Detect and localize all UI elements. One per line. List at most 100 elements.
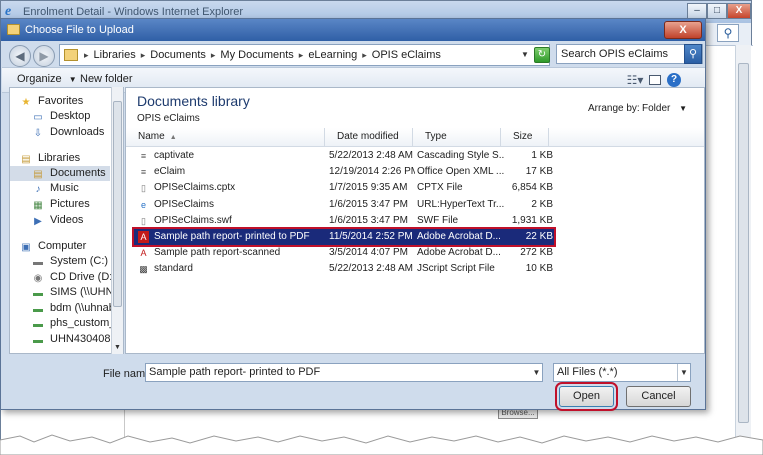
breadcrumb-item[interactable]: OPIS eClaims (372, 49, 441, 61)
cancel-button[interactable]: Cancel (626, 386, 691, 407)
breadcrumb-separator-icon[interactable]: ▸ (362, 50, 367, 61)
help-icon[interactable]: ? (667, 73, 681, 87)
nav-item[interactable]: ★ Favorites (10, 94, 110, 109)
nav-item[interactable]: ▬SIMS (\\UHNSFS0 (10, 285, 123, 300)
views-icon[interactable]: ☷▾ (624, 72, 646, 88)
dialog-close-button[interactable]: X (664, 21, 702, 39)
file-type: JScript Script File (417, 263, 495, 275)
search-input[interactable]: Search OPIS eClaims (556, 44, 703, 64)
dialog-folder-icon (7, 24, 20, 35)
ie-window-title: Enrolment Detail - Windows Internet Expl… (23, 6, 244, 18)
open-button[interactable]: Open (555, 382, 618, 411)
nav-item-label: Desktop (50, 110, 91, 122)
breadcrumb-separator-icon[interactable]: ▸ (299, 50, 304, 61)
nav-item[interactable]: ⇩ Downloads (10, 125, 110, 140)
xml-file-icon: ≡ (140, 167, 147, 178)
nav-item[interactable]: ▤ Documents (10, 166, 110, 181)
folder-icon (64, 49, 78, 61)
arrange-by-dropdown[interactable]: Folder ▼ (642, 103, 687, 114)
dialog-title: Choose File to Upload (25, 24, 134, 36)
breadcrumb-item[interactable]: My Documents (220, 49, 293, 61)
pdf-file-icon: A (138, 231, 149, 243)
nav-item[interactable]: ▤ Libraries (10, 151, 110, 166)
nav-item[interactable]: ▬ UHN430408 (\\ul (10, 332, 123, 347)
nav-item[interactable]: ▦ Pictures (10, 197, 110, 212)
file-name-input[interactable]: Sample path report- printed to PDF (145, 363, 543, 382)
nav-item[interactable]: ▶ Videos (10, 213, 110, 228)
breadcrumb-separator-icon[interactable]: ▸ (211, 50, 216, 61)
file-date: 12/19/2014 2:26 PM (329, 166, 415, 178)
file-type: Adobe Acrobat D... (417, 247, 501, 259)
breadcrumb-separator-icon[interactable]: ▸ (141, 50, 146, 61)
preview-pane-icon[interactable] (649, 75, 661, 85)
organize-button[interactable]: Organize ▼ (17, 73, 77, 85)
file-row[interactable]: A Sample path report-scanned 3/5/2014 4:07… (134, 245, 554, 261)
nav-item-label: Videos (50, 214, 84, 226)
library-subtitle: OPIS eClaims (137, 113, 200, 124)
nav-item[interactable]: ▭ Desktop (10, 109, 110, 124)
torn-edge-shape (0, 434, 763, 455)
breadcrumb-item[interactable]: Libraries (94, 49, 136, 61)
refresh-icon[interactable]: ↻ (534, 47, 550, 63)
downloads-icon: ⇩ (33, 128, 43, 139)
ie-maximize-button[interactable]: □ (707, 3, 727, 19)
file-row[interactable]: ▩ standard 5/22/2013 2:48 AM JScript Script… (134, 261, 554, 277)
breadcrumb-separator-icon[interactable]: ▸ (84, 50, 89, 61)
ie-scrollbar[interactable] (735, 45, 751, 451)
column-header[interactable]: Type (413, 128, 501, 146)
chevron-down-icon[interactable]: ▼ (677, 364, 690, 381)
ie-minimize-button[interactable]: – (687, 3, 707, 19)
chevron-down-icon[interactable]: ▼ (519, 49, 531, 61)
file-type-select[interactable]: All Files (*.*) (553, 363, 691, 382)
ie-close-button[interactable]: X (727, 3, 751, 19)
search-icon[interactable]: ⚲ (684, 44, 702, 64)
nav-item[interactable]: ▬phs_custom_repo (10, 316, 123, 331)
column-header[interactable]: Size (501, 128, 549, 146)
file-date: 1/6/2015 3:47 PM (329, 214, 408, 226)
column-header[interactable]: Name ▲ (126, 128, 325, 146)
back-button[interactable]: ◀ (9, 45, 31, 67)
music-icon: ♪ (35, 184, 41, 195)
css-file-icon: ≡ (140, 151, 147, 161)
nav-item[interactable]: ▣ Computer (10, 239, 110, 254)
library-title: Documents library (137, 93, 250, 109)
forward-button[interactable]: ▶ (33, 45, 55, 67)
nav-item[interactable]: ◉ CD Drive (D:) (10, 270, 116, 285)
documents-icon: ▤ (33, 169, 43, 180)
file-row[interactable]: ▯ OPISeClaims.cptx 1/7/2015 9:35 AM CPTX Fi… (134, 180, 554, 196)
file-row[interactable]: ▯ OPISeClaims.swf 1/6/2015 3:47 PM SWF File… (134, 213, 554, 229)
new-folder-button[interactable]: New folder (80, 73, 133, 85)
breadcrumb-item[interactable]: eLearning (308, 49, 357, 61)
nav-item-label: Pictures (50, 198, 90, 210)
torn-paper-edge (0, 434, 763, 455)
column-header[interactable]: Date modified (325, 128, 413, 146)
nav-pane-scrollbar[interactable]: ▼ (111, 87, 123, 354)
nav-item[interactable]: ♪ Music (10, 181, 110, 196)
file-row[interactable]: ≡ eClaim 12/19/2014 2:26 PM Office Open XML… (134, 164, 554, 180)
file-name: Sample path report- printed to PDF (154, 231, 310, 242)
file-date: 1/6/2015 3:47 PM (329, 198, 408, 210)
nav-scrollbar-thumb[interactable] (113, 101, 122, 307)
chevron-down-icon[interactable]: ▼ (531, 364, 542, 381)
file-pane: Documents library OPIS eClaims Arrange b… (125, 87, 705, 354)
breadcrumb-item[interactable]: Documents (150, 49, 206, 61)
nav-item[interactable]: ▬ System (C:) (10, 254, 110, 269)
nav-item[interactable]: ▬ bdm (\\uhnabdm (10, 301, 123, 316)
ie-logo-icon: e (5, 4, 12, 19)
navigation-pane: ★ Favorites ▭ Desktop ⇩ Downloads ▤ Libraries ▤ D… (9, 87, 124, 354)
scroll-down-icon[interactable]: ▼ (112, 342, 123, 354)
file-name: OPISeClaims (154, 198, 215, 210)
address-bar[interactable]: ▸ Libraries ▸ Documents ▸ My Documents ▸ eLearn… (59, 44, 550, 66)
file-row[interactable]: A Sample path report- printed to PDF 11/5/… (132, 227, 556, 247)
file-type: URL:HyperText Tr... (417, 198, 505, 210)
network-drive-icon: ▬ (33, 288, 43, 299)
ie-scrollbar-thumb[interactable] (738, 63, 749, 423)
file-size: 2 KB (531, 198, 553, 210)
file-row[interactable]: ≡ captivate 5/22/2013 2:48 AM Cascading Sty… (134, 148, 554, 164)
ie-search-icon[interactable]: ⚲ (717, 24, 739, 42)
file-name: Sample path report-scanned (154, 247, 281, 259)
star-icon: ★ (21, 97, 31, 108)
file-row[interactable]: e OPISeClaims 1/6/2015 3:47 PM URL:HyperTex… (134, 197, 554, 213)
nav-item-label: Downloads (50, 126, 105, 138)
network-drive-icon: ▬ (33, 335, 43, 346)
